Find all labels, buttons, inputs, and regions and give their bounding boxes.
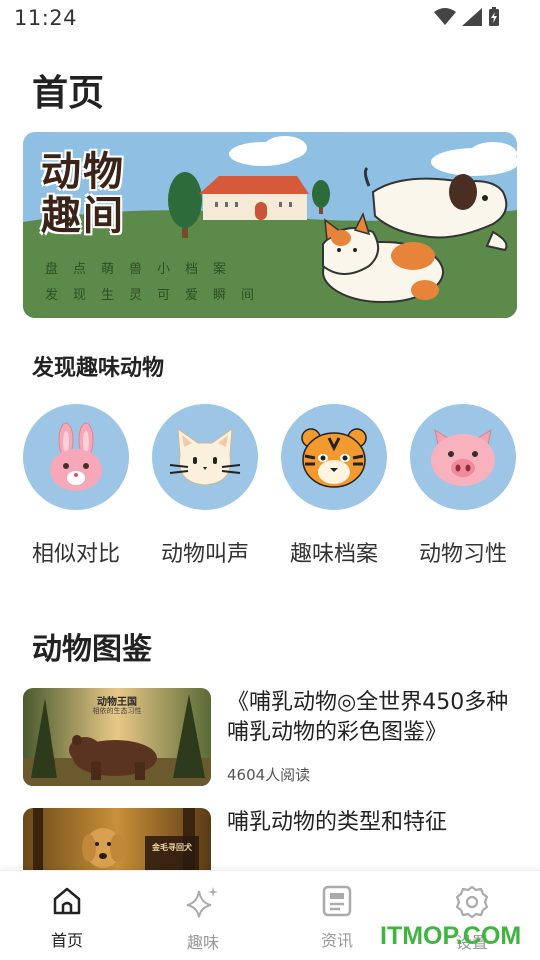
- battery-icon: [489, 7, 499, 26]
- tab-label: 资讯: [320, 931, 353, 950]
- banner-title-line1: 动物: [41, 149, 125, 195]
- thumbnail-caption: 金毛寻回犬: [152, 843, 192, 852]
- article-thumbnail: 动物王国 相依的生态习性: [23, 688, 211, 786]
- category-animal-sounds[interactable]: 动物叫声: [150, 404, 260, 568]
- article-title: 哺乳动物的类型和特征: [227, 810, 448, 835]
- tab-label: 趣味: [186, 933, 219, 952]
- banner-subtitle-2: 发现生灵可爱瞬间: [45, 288, 270, 303]
- watermark: ITMOP.COM: [380, 922, 522, 950]
- category-label: 动物习性: [418, 542, 507, 567]
- category-list: 相似对比 动物叫声 趣味档案 动物习性: [0, 404, 540, 574]
- tiger-icon: [301, 428, 367, 488]
- article-item[interactable]: 动物王国 相依的生态习性 《哺乳动物◎全世界450多种哺乳动物的彩色图鉴》 46…: [23, 688, 517, 786]
- category-label: 动物叫声: [160, 542, 249, 567]
- category-icon-circle: [410, 404, 516, 510]
- page-title: 首页: [32, 73, 105, 114]
- category-icon-circle: [152, 404, 258, 510]
- status-icons: [434, 7, 500, 27]
- cat-icon: [169, 427, 241, 486]
- article-title: 《哺乳动物◎全世界450多种哺乳动物的彩色图鉴》: [227, 690, 509, 745]
- atlas-section-title: 动物图鉴: [32, 632, 152, 667]
- rabbit-icon: [50, 422, 102, 491]
- wifi-icon: [434, 8, 456, 25]
- signal-icon: [462, 8, 482, 26]
- category-label: 相似对比: [31, 542, 120, 567]
- tab-label: 首页: [50, 931, 83, 950]
- banner[interactable]: 动物 趣间 盘点萌兽小档案 发现生灵可爱瞬间: [23, 132, 517, 318]
- home-icon: [53, 887, 81, 915]
- category-icon-circle: [281, 404, 387, 510]
- category-fun-archive[interactable]: 趣味档案: [279, 404, 389, 568]
- category-animal-habits[interactable]: 动物习性: [408, 404, 518, 568]
- article-read-count: 4604人阅读: [227, 766, 311, 784]
- status-time: 11:24: [14, 6, 78, 30]
- tab-news[interactable]: 资讯: [292, 885, 382, 951]
- category-icon-circle: [23, 404, 129, 510]
- gear-icon: [455, 885, 489, 919]
- banner-title-line2: 趣间: [41, 193, 125, 239]
- sparkle-icon: [186, 887, 218, 918]
- thumbnail-subcaption: 相依的生态习性: [92, 707, 142, 715]
- discover-section-title: 发现趣味动物: [32, 356, 165, 381]
- tab-home[interactable]: 首页: [22, 885, 112, 951]
- status-bar: 11:24: [0, 0, 540, 36]
- category-label: 趣味档案: [289, 542, 378, 567]
- category-similar-compare[interactable]: 相似对比: [21, 404, 131, 568]
- banner-title: 动物 趣间: [41, 150, 161, 238]
- banner-subtitle-1: 盘点萌兽小档案: [45, 262, 242, 277]
- pig-icon: [431, 428, 495, 486]
- news-icon: [322, 885, 352, 917]
- tab-fun[interactable]: 趣味: [158, 885, 248, 953]
